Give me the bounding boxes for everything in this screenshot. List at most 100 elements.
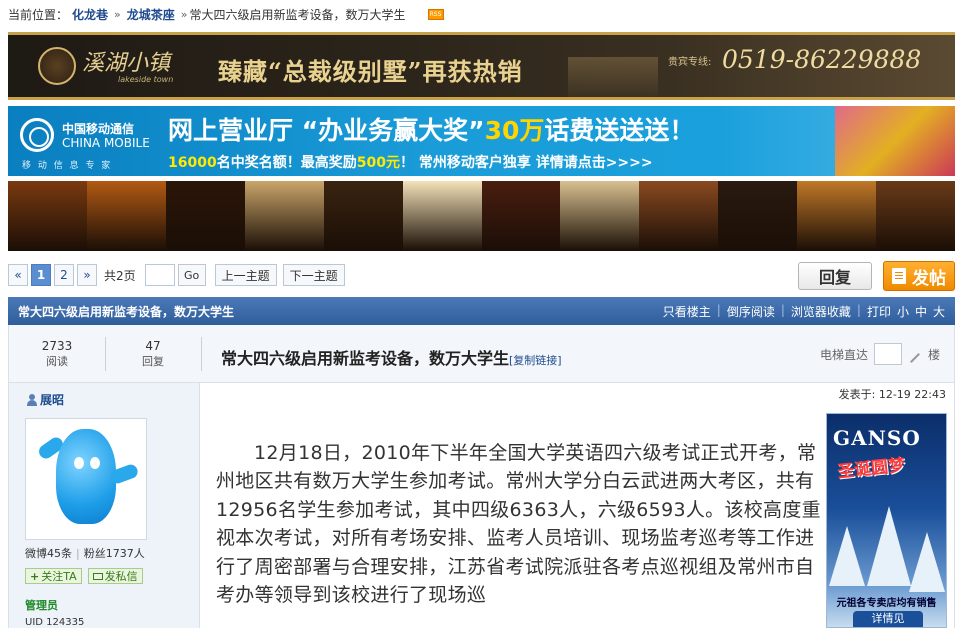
floor-jump-input[interactable]	[873, 343, 902, 365]
post-icon	[892, 268, 906, 284]
fans-count[interactable]: 粉丝1737人	[84, 547, 145, 560]
wine-image	[718, 181, 798, 251]
font-large-link[interactable]: 大	[933, 303, 945, 320]
breadcrumb-separator: »	[114, 7, 121, 21]
thread-header-bar: 常大四六级启用新监考设备，数万大学生 只看楼主 | 倒序阅读 | 浏览器收藏 | 打印…	[8, 297, 955, 325]
jump-arrow-icon[interactable]	[908, 347, 922, 361]
mascot-eye	[90, 457, 100, 469]
only-op-link[interactable]: 只看楼主	[663, 303, 711, 320]
mobile-subline-more: ！ 常州移动客户独享 详情请点击>>>>	[399, 155, 653, 171]
new-post-button[interactable]: 发帖	[883, 261, 955, 291]
page-jump-input[interactable]	[144, 264, 175, 286]
pagination: « 1 2 » 共2页 Go 上一主题 下一主题	[8, 264, 348, 286]
new-post-label: 发帖	[912, 268, 946, 289]
wine-image	[8, 181, 87, 251]
china-mobile-name-cn: 中国移动通信	[62, 122, 135, 136]
side-ad[interactable]: GANSO 圣诞圆梦 元祖各专卖店均有销售 详情见	[826, 413, 947, 628]
ad-brand: GANSO	[833, 426, 921, 450]
replies-stat: 47 回复	[105, 339, 201, 369]
message-label: 发私信	[104, 570, 138, 583]
page-go-button[interactable]: Go	[177, 264, 206, 286]
building-image	[568, 57, 658, 97]
breadcrumb-link-home[interactable]: 化龙巷	[72, 6, 108, 23]
divider	[201, 337, 202, 371]
floor-jump-label: 电梯直达	[819, 347, 868, 362]
floor-unit-label: 楼	[927, 347, 940, 362]
author-actions: + 关注TA 发私信	[25, 568, 143, 584]
mascot-body	[56, 429, 116, 524]
mobile-subline-prize: 500元	[356, 155, 400, 171]
wine-image	[876, 181, 955, 251]
replies-count: 47	[145, 339, 161, 353]
user-icon	[27, 393, 37, 406]
prev-page-button[interactable]: «	[8, 264, 28, 286]
wine-banner[interactable]	[8, 181, 955, 251]
floor-jump: 电梯直达 楼	[820, 343, 940, 365]
realestate-logo-icon	[38, 47, 76, 85]
tree-icon	[829, 526, 865, 586]
envelope-icon	[92, 572, 103, 580]
next-page-button[interactable]: »	[77, 264, 97, 286]
wine-image	[481, 181, 561, 251]
print-link[interactable]: 打印	[867, 303, 891, 320]
thread-bar-title: 常大四六级启用新监考设备，数万大学生	[18, 304, 235, 319]
replies-label: 回复	[142, 355, 164, 368]
message-button[interactable]: 发私信	[87, 568, 143, 584]
views-label: 阅读	[46, 355, 68, 368]
china-mobile-tagline: 移 动 信 息 专 家	[22, 161, 113, 171]
avatar[interactable]	[25, 418, 147, 540]
font-medium-link[interactable]: 中	[915, 303, 927, 320]
wine-image	[86, 181, 166, 251]
mobile-subline: 16000名中奖名额！最高奖励500元！ 常州移动客户独享 详情请点击>>>>	[168, 152, 653, 172]
ad-theme: 圣诞圆梦	[836, 455, 907, 483]
ad-footer: 元祖各专卖店均有销售	[836, 598, 937, 609]
realestate-brand-sub: lakeside town	[118, 75, 174, 84]
post-body: 12月18日，2010年下半年全国大学英语四六级考试正式开考，常州地区共有数万大…	[216, 442, 821, 607]
breadcrumb-link-forum[interactable]: 龙城茶座	[127, 6, 175, 23]
author-stats: 微博45条 | 粉丝1737人	[25, 545, 145, 561]
divider: |	[856, 302, 861, 317]
breadcrumb: 当前位置： 化龙巷 » 龙城茶座 » 常大四六级启用新监考设备，数万大学生 RS…	[8, 6, 444, 22]
bookmark-link[interactable]: 浏览器收藏	[791, 303, 851, 320]
wine-image	[639, 181, 719, 251]
next-topic-button[interactable]: 下一主题	[282, 264, 345, 286]
tree-icon	[867, 506, 911, 586]
mobile-subline-count: 16000	[168, 155, 217, 171]
mobile-headline-post: 话费送送送！	[544, 116, 695, 145]
wine-image	[797, 181, 877, 251]
page-total: 共2页	[104, 268, 136, 283]
page-1-button[interactable]: 1	[31, 264, 51, 286]
author-name-row: 展昭	[27, 391, 64, 408]
breadcrumb-label: 当前位置：	[8, 7, 69, 22]
rss-icon[interactable]: RSS	[427, 8, 444, 20]
breadcrumb-current: 常大四六级启用新监考设备，数万大学生	[189, 7, 406, 22]
divider: |	[780, 302, 785, 317]
plus-icon: +	[30, 569, 40, 583]
font-small-link[interactable]: 小	[897, 303, 909, 320]
tree-icon	[909, 532, 945, 592]
prev-topic-button[interactable]: 上一主题	[214, 264, 277, 286]
weibo-count[interactable]: 微博45条	[25, 547, 72, 560]
author-name[interactable]: 展昭	[40, 391, 64, 408]
thread-info-row: 2733 阅读 47 回复 常大四六级启用新监考设备，数万大学生[复制链接] 电…	[8, 325, 955, 383]
mascot-eye	[74, 457, 84, 469]
author-uid: UID 124335	[25, 617, 85, 628]
page-2-button[interactable]: 2	[54, 264, 74, 286]
views-stat: 2733 阅读	[9, 339, 105, 369]
post-time: 发表于: 12-19 22:43	[838, 388, 946, 401]
reply-button[interactable]: 回复	[798, 262, 872, 290]
follow-button[interactable]: + 关注TA	[25, 568, 82, 584]
realestate-slogan: 臻藏“总裁级别墅”再获热销	[218, 57, 523, 86]
ad-cta-button[interactable]: 详情见	[853, 611, 923, 627]
divider: |	[76, 547, 80, 560]
wine-image	[165, 181, 245, 251]
realestate-brand: 溪湖小镇	[82, 51, 171, 76]
copy-link-button[interactable]: [复制链接]	[509, 354, 562, 367]
china-mobile-banner[interactable]: 中国移动通信 CHINA MOBILE 移 动 信 息 专 家 网上营业厅 “办…	[8, 106, 955, 176]
reverse-order-link[interactable]: 倒序阅读	[727, 303, 775, 320]
hotline-number: 0519-86229888	[722, 45, 922, 74]
realestate-banner[interactable]: 溪湖小镇 lakeside town 臻藏“总裁级别墅”再获热销 贵宾专线: 0…	[8, 32, 955, 100]
wine-image	[402, 181, 482, 251]
mobile-headline: 网上营业厅 “办业务赢大奖”30万话费送送送！	[168, 111, 694, 147]
mobile-headline-pre: 网上营业厅 “办业务赢大奖”	[168, 116, 485, 145]
